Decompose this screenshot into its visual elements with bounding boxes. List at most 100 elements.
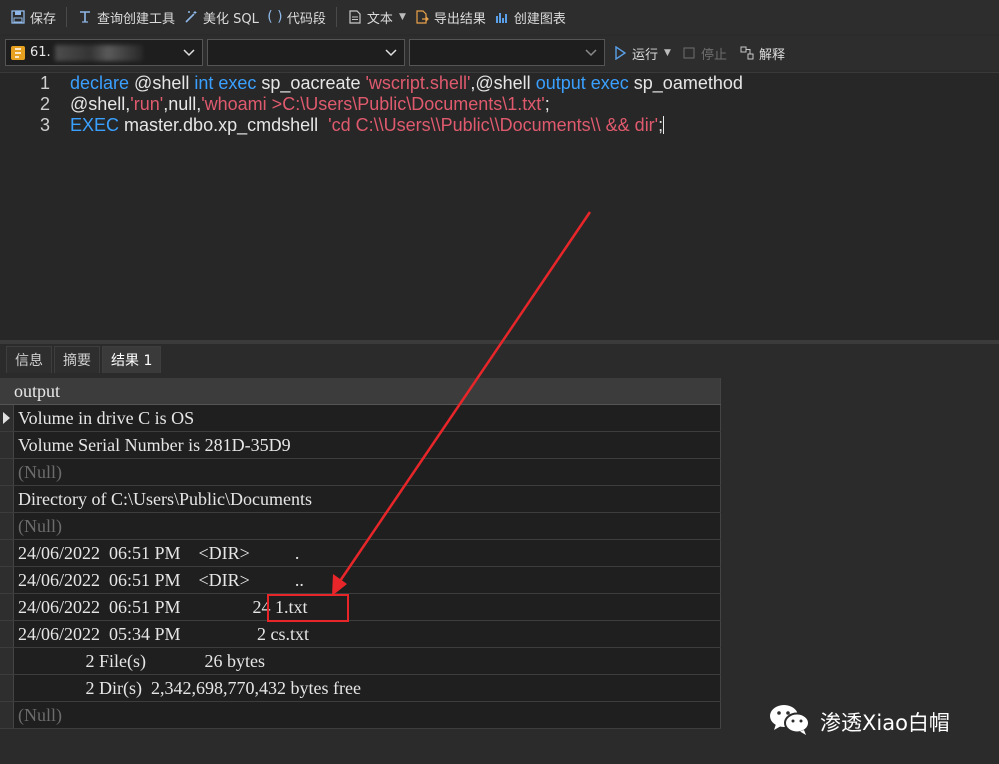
row-header xyxy=(0,621,14,647)
table-cell[interactable]: Directory of C:\Users\Public\Documents xyxy=(18,489,312,510)
column-divider xyxy=(720,486,721,512)
redacted-connection-host xyxy=(54,44,143,61)
line-number: 3 xyxy=(39,115,50,135)
row-header xyxy=(0,675,14,701)
toolbar-divider xyxy=(335,7,337,27)
table-row[interactable]: Directory of C:\Users\Public\Documents xyxy=(0,486,721,513)
grid-header: output xyxy=(0,378,721,405)
column-divider xyxy=(720,459,721,485)
row-header xyxy=(0,594,14,620)
database-connection-icon xyxy=(10,45,26,61)
code-line-3: EXEC master.dbo.xp_cmdshell 'cd C:\\User… xyxy=(70,115,665,135)
tab-summary[interactable]: 摘要 xyxy=(54,346,100,373)
table-cell[interactable]: Volume in drive C is OS xyxy=(18,408,194,429)
table-cell[interactable]: 2 Dir(s) 2,342,698,770,432 bytes free xyxy=(18,678,361,699)
row-header xyxy=(0,459,14,485)
column-divider xyxy=(720,594,721,620)
column-divider xyxy=(720,432,721,458)
table-cell[interactable]: Volume Serial Number is 281D-35D9 xyxy=(18,435,291,456)
code-line-1: declare @shell int exec sp_oacreate 'wsc… xyxy=(70,73,743,93)
row-header xyxy=(0,486,14,512)
table-row[interactable]: (Null) xyxy=(0,513,721,540)
save-button[interactable]: 保存 xyxy=(6,5,60,29)
connection-toolbar: 61. 运行 ▼ 停止 解释 xyxy=(0,36,999,70)
run-button[interactable]: 运行 xyxy=(632,44,658,63)
toolbar-divider xyxy=(66,7,68,27)
highlight-box xyxy=(267,594,349,622)
column-divider xyxy=(720,621,721,647)
table-row[interactable]: 24/06/2022 06:51 PM 24 1.txt xyxy=(0,594,721,621)
text-mode-label: 文本 xyxy=(366,11,393,27)
beautify-sql-label: 美化 SQL xyxy=(203,11,259,27)
run-controls: 运行 ▼ 停止 解释 xyxy=(612,42,785,64)
text-cursor xyxy=(663,116,665,134)
table-cell[interactable]: 2 File(s) 26 bytes xyxy=(18,651,266,672)
table-cell[interactable]: 24/06/2022 06:51 PM <DIR> .. xyxy=(18,570,304,591)
watermark-text: 渗透Xiao白帽 xyxy=(820,710,950,735)
line-number: 1 xyxy=(39,73,50,93)
code-line-2: @shell,'run',null,'whoami >C:\Users\Publ… xyxy=(70,94,550,114)
query-builder-icon xyxy=(77,9,93,25)
row-header xyxy=(0,513,14,539)
magic-wand-icon xyxy=(183,9,199,25)
table-row[interactable]: 2 Dir(s) 2,342,698,770,432 bytes free xyxy=(0,675,721,702)
save-label: 保存 xyxy=(30,11,57,27)
dropdown-caret-icon[interactable]: ▼ xyxy=(664,48,671,58)
line-number: 2 xyxy=(39,94,50,114)
export-results-button[interactable]: 导出结果 xyxy=(410,5,490,29)
wechat-icon xyxy=(768,702,812,741)
column-header-output[interactable]: output xyxy=(14,381,60,402)
table-row[interactable]: 24/06/2022 06:51 PM <DIR> . xyxy=(0,540,721,567)
row-header xyxy=(0,405,14,431)
explain-icon xyxy=(739,45,755,61)
row-header xyxy=(0,432,14,458)
text-mode-dropdown[interactable]: 文本 ▼ xyxy=(343,5,410,29)
current-row-marker-icon xyxy=(3,412,10,424)
table-cell[interactable]: 24/06/2022 05:34 PM 2 cs.txt xyxy=(18,624,309,645)
snippet-label: 代码段 xyxy=(286,11,326,27)
sql-editor[interactable]: 1 2 3 declare @shell int exec sp_oacreat… xyxy=(0,72,999,340)
table-cell[interactable]: 24/06/2022 06:51 PM 24 1.txt xyxy=(18,597,308,618)
schema-select[interactable] xyxy=(409,39,605,66)
connection-name: 61. xyxy=(30,45,51,60)
chevron-down-icon xyxy=(384,45,398,63)
create-chart-button[interactable]: 创建图表 xyxy=(490,5,570,29)
bar-chart-icon xyxy=(494,9,510,25)
create-chart-label: 创建图表 xyxy=(513,11,566,27)
table-cell[interactable]: 24/06/2022 06:51 PM <DIR> . xyxy=(18,543,299,564)
tab-result-1[interactable]: 结果 1 xyxy=(102,346,162,373)
table-row[interactable]: 2 File(s) 26 bytes xyxy=(0,648,721,675)
stop-icon xyxy=(681,45,697,61)
table-cell[interactable]: (Null) xyxy=(18,705,62,726)
column-divider xyxy=(720,675,721,701)
table-row[interactable]: 24/06/2022 06:51 PM <DIR> .. xyxy=(0,567,721,594)
line-number-gutter: 1 2 3 xyxy=(0,73,54,340)
table-cell[interactable]: (Null) xyxy=(18,462,62,483)
snippet-button[interactable]: ( ) 代码段 xyxy=(263,5,330,29)
database-select[interactable] xyxy=(207,39,405,66)
tab-info[interactable]: 信息 xyxy=(6,346,52,373)
query-builder-button[interactable]: 查询创建工具 xyxy=(73,5,179,29)
explain-button[interactable]: 解释 xyxy=(759,44,785,63)
export-results-label: 导出结果 xyxy=(433,11,486,27)
dropdown-caret-icon: ▼ xyxy=(398,12,406,22)
beautify-sql-button[interactable]: 美化 SQL xyxy=(179,5,263,29)
table-cell[interactable]: (Null) xyxy=(18,516,62,537)
table-row[interactable]: 24/06/2022 05:34 PM 2 cs.txt xyxy=(0,621,721,648)
table-row[interactable]: Volume in drive C is OS xyxy=(0,405,721,432)
column-divider xyxy=(720,540,721,566)
table-row[interactable]: (Null) xyxy=(0,459,721,486)
row-header xyxy=(0,567,14,593)
column-divider xyxy=(720,702,721,728)
chevron-down-icon xyxy=(584,45,598,63)
save-icon xyxy=(10,9,26,25)
table-row[interactable]: Volume Serial Number is 281D-35D9 xyxy=(0,432,721,459)
row-header xyxy=(0,540,14,566)
main-toolbar: 保存 查询创建工具 美化 SQL ( ) 代码段 文本 ▼ 导出结果 创建图表 xyxy=(0,0,999,34)
stop-button[interactable]: 停止 xyxy=(701,44,727,63)
watermark: 渗透Xiao白帽 xyxy=(768,702,950,741)
play-icon xyxy=(612,45,628,61)
connection-select[interactable]: 61. xyxy=(5,39,203,66)
table-row[interactable]: (Null) xyxy=(0,702,721,729)
column-divider xyxy=(720,648,721,674)
